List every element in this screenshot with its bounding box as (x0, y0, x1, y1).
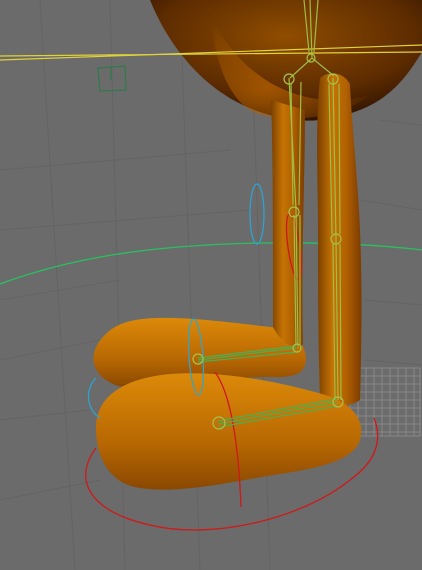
3d-viewport[interactable] (0, 0, 422, 570)
scene-canvas[interactable] (0, 0, 422, 570)
